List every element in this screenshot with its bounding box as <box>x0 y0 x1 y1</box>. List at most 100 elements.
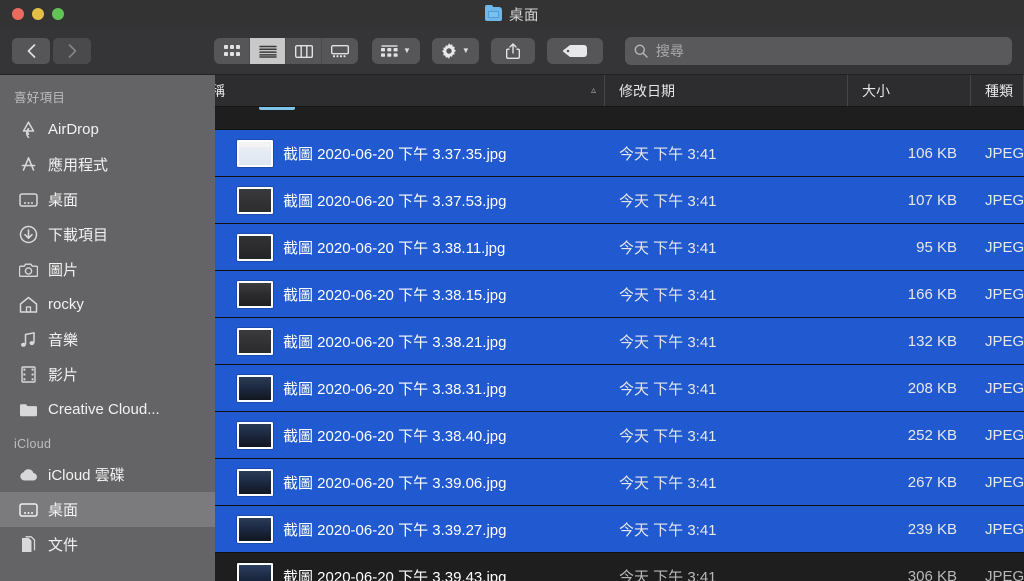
icon-view-button[interactable] <box>214 38 250 64</box>
table-row[interactable]: 截圖 2020-06-20 下午 3.37.53.jpg 今天 下午 3:41 … <box>215 177 1024 224</box>
back-button[interactable] <box>12 38 50 64</box>
search-field[interactable]: 搜尋 <box>624 37 1012 65</box>
cell-date: 今天 下午 3:41 <box>619 145 717 163</box>
sidebar-item-applications[interactable]: 應用程式 <box>0 147 215 182</box>
column-header-name-label: 稱 <box>215 82 225 99</box>
sidebar-item-creative-cloud[interactable]: Creative Cloud... <box>0 392 215 427</box>
tag-icon <box>562 45 587 57</box>
cell-kind: JPEG <box>985 379 1024 397</box>
table-row[interactable]: 截圖 2020-06-20 下午 3.37.35.jpg 今天 下午 3:41 … <box>215 130 1024 177</box>
table-row[interactable]: 截圖 2020-06-20 下午 3.39.27.jpg 今天 下午 3:41 … <box>215 506 1024 553</box>
folder-icon <box>259 107 295 110</box>
sidebar-item-downloads[interactable]: 下載項目 <box>0 217 215 252</box>
group-by-button[interactable]: ▼ <box>372 38 420 64</box>
table-row[interactable]: 截圖 2020-06-20 下午 3.38.31.jpg 今天 下午 3:41 … <box>215 365 1024 412</box>
sidebar-item-icloud-drive[interactable]: iCloud 雲碟 <box>0 457 215 492</box>
table-row[interactable]: 截圖 2020-06-20 下午 3.38.11.jpg 今天 下午 3:41 … <box>215 224 1024 271</box>
sidebar-item-icloud-desktop[interactable]: 桌面 <box>0 492 215 527</box>
share-icon <box>505 43 520 59</box>
sidebar-item-label: 圖片 <box>48 262 79 279</box>
sidebar-item-home[interactable]: rocky <box>0 287 215 322</box>
sidebar-item-label: 音樂 <box>48 332 79 349</box>
cell-size: -- <box>848 107 971 129</box>
action-menu-button[interactable]: ▼ <box>431 38 479 64</box>
file-thumbnail <box>237 562 273 581</box>
search-placeholder: 搜尋 <box>655 43 684 59</box>
sidebar-item-desktop[interactable]: 桌面 <box>0 182 215 217</box>
cell-name: 截圖 2020-06-20 下午 3.38.15.jpg <box>215 271 605 318</box>
list-view-button[interactable] <box>250 38 286 64</box>
desktop-icon <box>18 189 39 210</box>
tag-button[interactable] <box>546 38 603 64</box>
file-name: 截圖 2020-06-20 下午 3.38.11.jpg <box>283 239 506 257</box>
column-header-kind[interactable]: 種類 <box>971 75 1024 106</box>
cell-date: 2020年6月11日 上午10:30 <box>605 107 848 129</box>
sidebar-item-label: 桌面 <box>48 192 79 209</box>
desktop-icon <box>18 499 39 520</box>
navigation-buttons <box>12 38 91 64</box>
cell-kind: JPEG <box>985 285 1024 303</box>
cell-date: 今天 下午 3:41 <box>619 568 717 581</box>
cell-kind: JPEG <box>985 238 1024 256</box>
sidebar-item-label: iCloud 雲碟 <box>48 467 125 484</box>
table-row[interactable]: 截圖 2020-06-20 下午 3.39.43.jpg 今天 下午 3:41 … <box>215 553 1024 581</box>
column-header-name[interactable]: 稱 ▵ <box>215 75 605 106</box>
file-thumbnail <box>237 421 273 449</box>
column-header-size[interactable]: 大小 <box>848 75 971 106</box>
gear-icon <box>441 43 456 59</box>
cell-name: ▶ 新增包含項目的檔案夾 <box>215 107 605 129</box>
sidebar: 喜好項目 AirDrop 應用程式 桌面 下載項目 圖片 rocky 音樂 影片… <box>0 75 215 581</box>
gallery-view-button[interactable] <box>322 38 358 64</box>
file-list: 稱 ▵ 修改日期 大小 種類 ▶ 新增包含項目的檔案夾 2020年6月11日 上… <box>215 75 1024 581</box>
cell-kind: JPEG <box>985 520 1024 538</box>
finder-window: 桌面 ▼ ▼ 搜尋 喜好項目 AirDrop 應用程式 桌面 下載項目 圖片 r… <box>0 0 1024 581</box>
table-row[interactable]: 截圖 2020-06-20 下午 3.39.06.jpg 今天 下午 3:41 … <box>215 459 1024 506</box>
cell-date: 今天 下午 3:41 <box>619 192 717 210</box>
cell-kind: JPEG <box>985 332 1024 350</box>
table-row[interactable]: 截圖 2020-06-20 下午 3.38.15.jpg 今天 下午 3:41 … <box>215 271 1024 318</box>
file-name: 截圖 2020-06-20 下午 3.37.53.jpg <box>283 192 507 210</box>
cell-size: 208 KB <box>907 379 957 397</box>
airdrop-icon <box>18 119 39 140</box>
cloud-icon <box>18 464 39 485</box>
cell-name: 截圖 2020-06-20 下午 3.39.27.jpg <box>215 506 605 553</box>
sidebar-item-pictures[interactable]: 圖片 <box>0 252 215 287</box>
cell-kind: JPEG <box>985 426 1024 444</box>
table-row[interactable]: 截圖 2020-06-20 下午 3.38.21.jpg 今天 下午 3:41 … <box>215 318 1024 365</box>
cell-name: 截圖 2020-06-20 下午 3.38.31.jpg <box>215 365 605 412</box>
cell-size: 267 KB <box>907 473 957 491</box>
file-name: 截圖 2020-06-20 下午 3.37.35.jpg <box>283 145 507 163</box>
window-title-group: 桌面 <box>0 0 1024 28</box>
cell-kind: 檔案夾 <box>971 107 1024 129</box>
cell-date: 今天 下午 3:41 <box>619 286 717 304</box>
cell-kind: JPEG <box>985 144 1024 162</box>
file-thumbnail <box>237 186 273 214</box>
cell-kind: JPEG <box>985 191 1024 209</box>
sidebar-item-icloud-documents[interactable]: 文件 <box>0 527 215 562</box>
column-headers: 稱 ▵ 修改日期 大小 種類 <box>215 75 1024 107</box>
cell-date: 今天 下午 3:41 <box>619 380 717 398</box>
sidebar-item-airdrop[interactable]: AirDrop <box>0 112 215 147</box>
grid-rows-icon <box>381 44 398 57</box>
sidebar-item-music[interactable]: 音樂 <box>0 322 215 357</box>
close-button[interactable] <box>12 8 24 20</box>
minimize-button[interactable] <box>32 8 44 20</box>
share-button[interactable] <box>490 38 535 64</box>
cell-size: 166 KB <box>907 285 957 303</box>
column-header-date[interactable]: 修改日期 <box>605 75 848 106</box>
music-icon <box>18 329 39 350</box>
forward-button[interactable] <box>53 38 91 64</box>
cell-date: 今天 下午 3:41 <box>619 521 717 539</box>
cell-name: 截圖 2020-06-20 下午 3.38.21.jpg <box>215 318 605 365</box>
cell-size: 106 KB <box>907 144 957 162</box>
table-row[interactable]: 截圖 2020-06-20 下午 3.38.40.jpg 今天 下午 3:41 … <box>215 412 1024 459</box>
column-view-button[interactable] <box>286 38 322 64</box>
zoom-button[interactable] <box>52 8 64 20</box>
sidebar-item-movies[interactable]: 影片 <box>0 357 215 392</box>
traffic-lights <box>0 8 64 20</box>
folder-icon <box>485 5 502 21</box>
table-row[interactable]: ▶ 新增包含項目的檔案夾 2020年6月11日 上午10:30 -- 檔案夾 <box>215 107 1024 130</box>
file-name: 截圖 2020-06-20 下午 3.38.21.jpg <box>283 333 507 351</box>
applications-icon <box>18 154 39 175</box>
cell-name: 截圖 2020-06-20 下午 3.39.43.jpg <box>215 553 605 581</box>
